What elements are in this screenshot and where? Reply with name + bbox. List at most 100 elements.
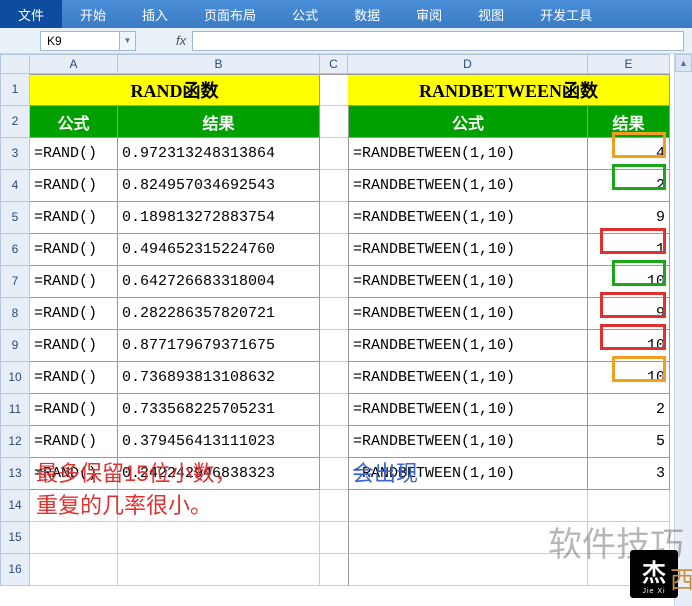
- row-header[interactable]: 6: [0, 234, 30, 266]
- cell-result[interactable]: 0.282286357820721: [118, 298, 320, 330]
- col-header-e[interactable]: E: [588, 54, 670, 74]
- cell-result[interactable]: 0.736893813108632: [118, 362, 320, 394]
- cell-formula[interactable]: =RAND(): [30, 298, 118, 330]
- tab-insert[interactable]: 插入: [124, 0, 186, 28]
- col-header-c[interactable]: C: [320, 54, 348, 74]
- title-randbetween[interactable]: RANDBETWEEN函数: [348, 74, 670, 106]
- cell[interactable]: [320, 426, 348, 458]
- row-header[interactable]: 2: [0, 106, 30, 138]
- cell-formula[interactable]: =RANDBETWEEN(1,10): [348, 202, 588, 234]
- row-header[interactable]: 16: [0, 554, 30, 586]
- row-header[interactable]: 12: [0, 426, 30, 458]
- cell[interactable]: [320, 106, 348, 138]
- cell-formula[interactable]: =RAND(): [30, 234, 118, 266]
- cell-result[interactable]: 0.877179679371675: [118, 330, 320, 362]
- header-result[interactable]: 结果: [118, 106, 320, 138]
- cell-formula[interactable]: =RAND(): [30, 266, 118, 298]
- tab-layout[interactable]: 页面布局: [186, 0, 274, 28]
- cell-formula[interactable]: =RANDBETWEEN(1,10): [348, 234, 588, 266]
- cell[interactable]: [320, 74, 348, 106]
- cell[interactable]: [320, 522, 348, 554]
- row-header[interactable]: 1: [0, 74, 30, 106]
- cell[interactable]: [320, 234, 348, 266]
- cell-formula[interactable]: =RANDBETWEEN(1,10): [348, 394, 588, 426]
- cell[interactable]: [30, 522, 118, 554]
- cell-result[interactable]: 0.494652315224760: [118, 234, 320, 266]
- cell[interactable]: [320, 170, 348, 202]
- name-box-dropdown[interactable]: ▼: [120, 31, 136, 51]
- cell-result[interactable]: 5: [588, 426, 670, 458]
- tab-view[interactable]: 视图: [460, 0, 522, 28]
- cell-formula[interactable]: =RAND(): [30, 394, 118, 426]
- cell[interactable]: [118, 554, 320, 586]
- cell-result[interactable]: 0.642726683318004: [118, 266, 320, 298]
- row-header[interactable]: 5: [0, 202, 30, 234]
- cell-formula[interactable]: =RAND(): [30, 138, 118, 170]
- scroll-up-icon[interactable]: ▲: [675, 54, 692, 72]
- header-formula[interactable]: 公式: [348, 106, 588, 138]
- tab-dev[interactable]: 开发工具: [522, 0, 610, 28]
- name-box[interactable]: K9: [40, 31, 120, 51]
- cell-formula[interactable]: =RAND(): [30, 170, 118, 202]
- cell[interactable]: [320, 490, 348, 522]
- cell[interactable]: [320, 458, 348, 490]
- row-header[interactable]: 9: [0, 330, 30, 362]
- cell[interactable]: [320, 138, 348, 170]
- row-header[interactable]: 4: [0, 170, 30, 202]
- cell-formula[interactable]: =RANDBETWEEN(1,10): [348, 266, 588, 298]
- cell[interactable]: [30, 554, 118, 586]
- cell[interactable]: [320, 298, 348, 330]
- cell-formula[interactable]: =RANDBETWEEN(1,10): [348, 170, 588, 202]
- row-header[interactable]: 7: [0, 266, 30, 298]
- col-header-d[interactable]: D: [348, 54, 588, 74]
- cell-result[interactable]: 4: [588, 138, 670, 170]
- cell-formula[interactable]: =RANDBETWEEN(1,10): [348, 330, 588, 362]
- fx-icon[interactable]: fx: [176, 33, 186, 48]
- tab-home[interactable]: 开始: [62, 0, 124, 28]
- cell-result[interactable]: 10: [588, 362, 670, 394]
- cell-formula[interactable]: =RAND(): [30, 202, 118, 234]
- col-header-a[interactable]: A: [30, 54, 118, 74]
- tab-review[interactable]: 审阅: [398, 0, 460, 28]
- col-header-b[interactable]: B: [118, 54, 320, 74]
- select-all-corner[interactable]: [0, 54, 30, 74]
- cell-result[interactable]: 1: [588, 234, 670, 266]
- cell-formula[interactable]: =RAND(): [30, 330, 118, 362]
- cell[interactable]: [320, 362, 348, 394]
- cell-result[interactable]: 0.972313248313864: [118, 138, 320, 170]
- cell[interactable]: [320, 394, 348, 426]
- cell-result[interactable]: 2: [588, 394, 670, 426]
- cell[interactable]: [320, 202, 348, 234]
- title-rand[interactable]: RAND函数: [30, 74, 320, 106]
- cell-result[interactable]: 0.379456413111023: [118, 426, 320, 458]
- cell-result[interactable]: 10: [588, 330, 670, 362]
- formula-input[interactable]: [192, 31, 684, 51]
- row-header[interactable]: 3: [0, 138, 30, 170]
- row-header[interactable]: 15: [0, 522, 30, 554]
- cell-formula[interactable]: =RANDBETWEEN(1,10): [348, 362, 588, 394]
- header-formula[interactable]: 公式: [30, 106, 118, 138]
- cell[interactable]: [118, 522, 320, 554]
- cell-formula[interactable]: =RAND(): [30, 426, 118, 458]
- cell-result[interactable]: 9: [588, 202, 670, 234]
- cell-result[interactable]: 0.189813272883754: [118, 202, 320, 234]
- cell-formula[interactable]: =RANDBETWEEN(1,10): [348, 138, 588, 170]
- cell[interactable]: [320, 554, 348, 586]
- cell-result[interactable]: 2: [588, 170, 670, 202]
- row-header[interactable]: 8: [0, 298, 30, 330]
- cell-result[interactable]: 0.733568225705231: [118, 394, 320, 426]
- file-tab[interactable]: 文件: [0, 0, 62, 28]
- row-header[interactable]: 10: [0, 362, 30, 394]
- cell-result[interactable]: 0.824957034692543: [118, 170, 320, 202]
- row-header[interactable]: 11: [0, 394, 30, 426]
- tab-formula[interactable]: 公式: [274, 0, 336, 28]
- cell-formula[interactable]: =RANDBETWEEN(1,10): [348, 298, 588, 330]
- header-result[interactable]: 结果: [588, 106, 670, 138]
- cell-result[interactable]: 9: [588, 298, 670, 330]
- cell[interactable]: [320, 266, 348, 298]
- cell-formula[interactable]: =RANDBETWEEN(1,10): [348, 426, 588, 458]
- cell-result[interactable]: 10: [588, 266, 670, 298]
- row-header[interactable]: 13: [0, 458, 30, 490]
- cell-formula[interactable]: =RAND(): [30, 362, 118, 394]
- row-header[interactable]: 14: [0, 490, 30, 522]
